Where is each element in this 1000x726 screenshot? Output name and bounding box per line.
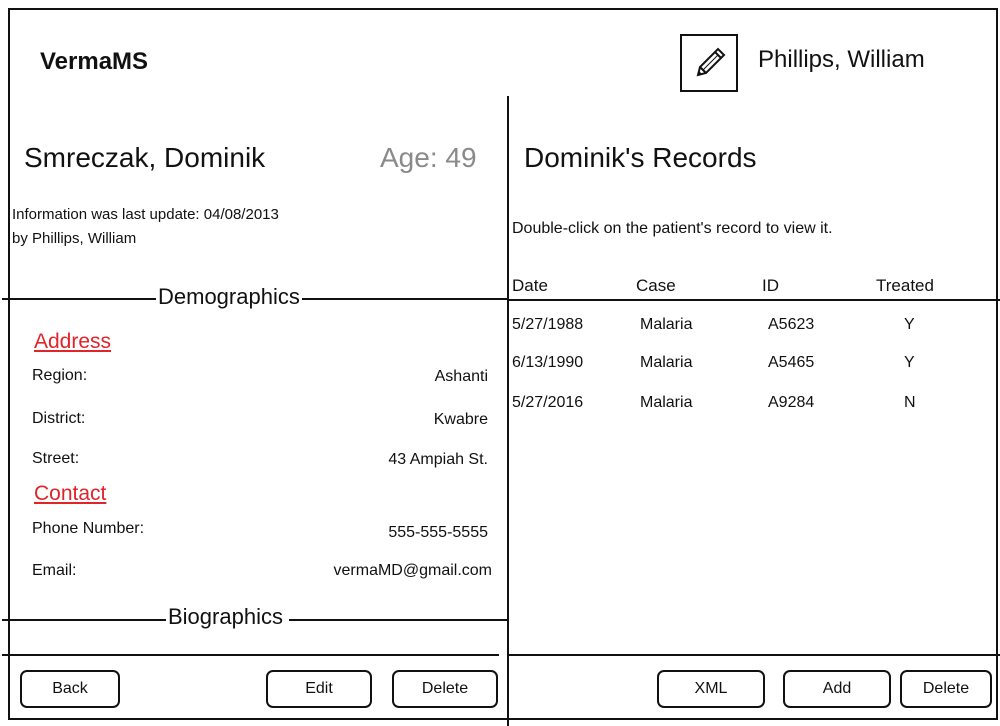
back-button[interactable]: Back bbox=[20, 670, 120, 708]
record-treated: Y bbox=[904, 316, 915, 333]
pane-divider bbox=[507, 96, 509, 726]
records-title: Dominik's Records bbox=[524, 142, 757, 173]
record-id: A5623 bbox=[768, 316, 815, 333]
right-footer-rule bbox=[509, 654, 1000, 656]
street-label: Street: bbox=[32, 450, 80, 467]
edit-button[interactable]: Edit bbox=[266, 670, 372, 708]
record-id: A5465 bbox=[768, 354, 815, 371]
record-treated: N bbox=[904, 394, 916, 411]
left-footer-rule bbox=[2, 654, 499, 656]
column-header-date: Date bbox=[512, 276, 548, 295]
phone-value: 555-555-5555 bbox=[388, 524, 488, 541]
region-value: Ashanti bbox=[434, 368, 488, 385]
records-hint: Double-click on the patient's record to … bbox=[512, 220, 833, 237]
record-id: A9284 bbox=[768, 394, 815, 411]
current-user-name: Phillips, William bbox=[758, 46, 925, 73]
phone-label: Phone Number: bbox=[32, 520, 145, 537]
delete-record-button[interactable]: Delete bbox=[900, 670, 992, 708]
biographics-title: Biographics bbox=[166, 604, 289, 630]
records-header-rule bbox=[509, 299, 1000, 301]
street-value: 43 Ampiah St. bbox=[388, 451, 488, 468]
record-case: Malaria bbox=[640, 316, 693, 333]
header-bar: VermaMS Phillips, William bbox=[10, 10, 996, 96]
email-value: vermaMD@gmail.com bbox=[333, 562, 492, 579]
contact-heading: Contact bbox=[34, 482, 107, 505]
record-case: Malaria bbox=[640, 354, 693, 371]
email-label: Email: bbox=[32, 562, 77, 579]
last-updated-text: Information was last update: 04/08/2013 bbox=[12, 206, 279, 223]
pencil-icon bbox=[696, 47, 726, 77]
demographics-title: Demographics bbox=[156, 284, 302, 310]
edit-profile-button[interactable] bbox=[680, 34, 738, 92]
district-label: District: bbox=[32, 410, 86, 427]
app-window: VermaMS Phillips, William Smreczak, Domi… bbox=[2, 8, 1000, 726]
address-heading: Address bbox=[34, 330, 112, 353]
patient-age: Age: 49 bbox=[380, 142, 477, 173]
district-value: Kwabre bbox=[433, 411, 488, 428]
delete-patient-button[interactable]: Delete bbox=[392, 670, 498, 708]
column-header-case: Case bbox=[636, 276, 676, 295]
record-treated: Y bbox=[904, 354, 915, 371]
region-label: Region: bbox=[32, 367, 88, 384]
xml-button[interactable]: XML bbox=[657, 670, 765, 708]
record-case: Malaria bbox=[640, 394, 693, 411]
add-record-button[interactable]: Add bbox=[783, 670, 891, 708]
record-date: 6/13/1990 bbox=[512, 354, 584, 371]
app-title: VermaMS bbox=[40, 48, 149, 75]
patient-name: Smreczak, Dominik bbox=[24, 142, 266, 173]
column-header-treated: Treated bbox=[876, 276, 934, 295]
record-date: 5/27/2016 bbox=[512, 394, 584, 411]
column-header-id: ID bbox=[762, 276, 779, 295]
record-date: 5/27/1988 bbox=[512, 316, 584, 333]
updated-by-text: by Phillips, William bbox=[12, 230, 137, 247]
